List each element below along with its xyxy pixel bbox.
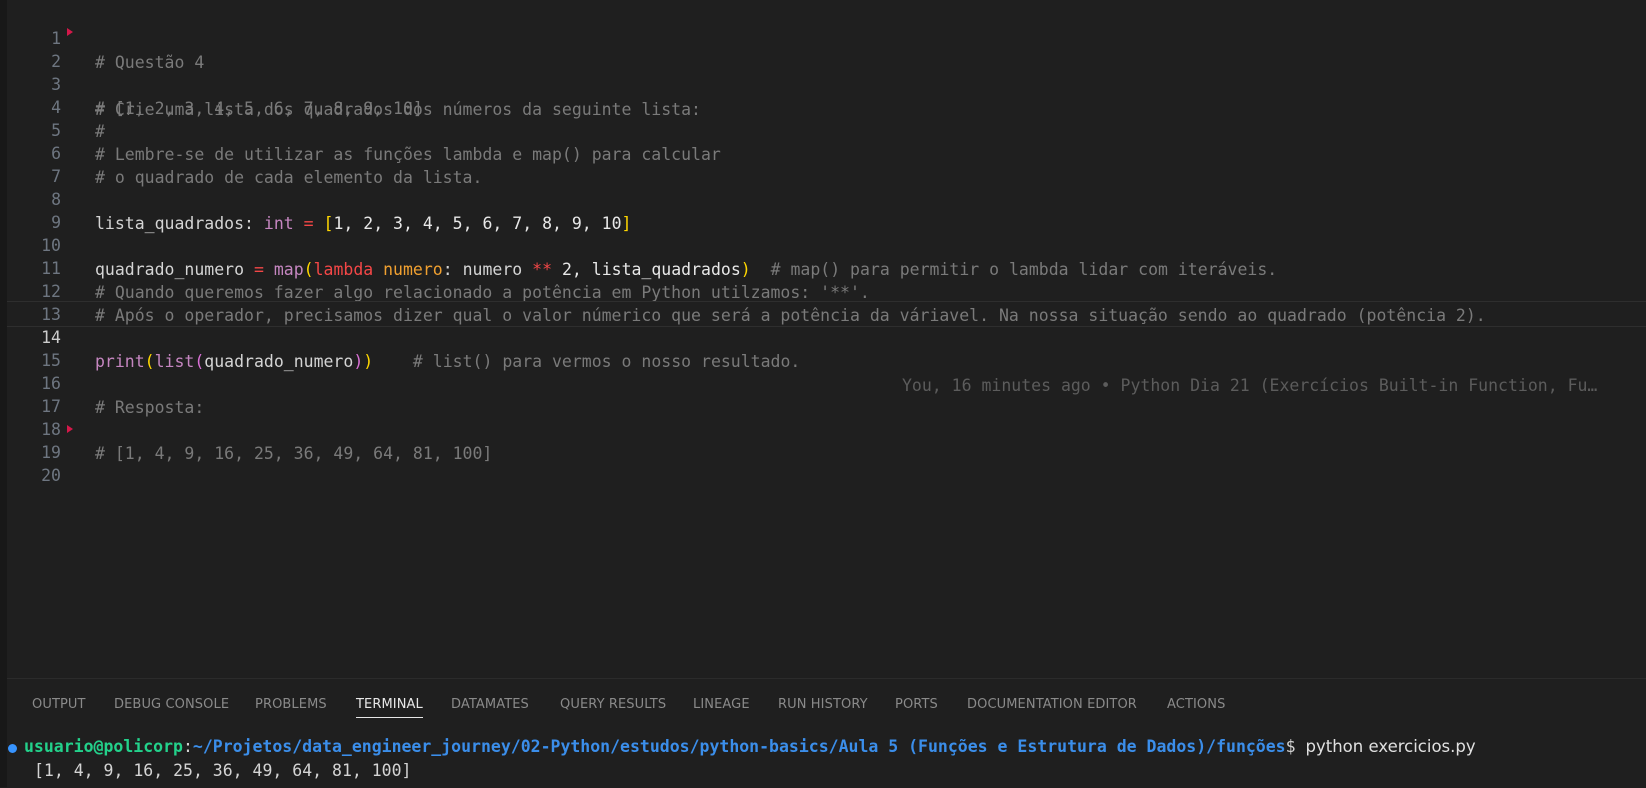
editor-line[interactable]: 6 # o quadrado de cada elemento da lista… xyxy=(7,118,1646,187)
editor-line[interactable]: 12 # Após o operador, precisamos dizer q… xyxy=(7,256,1646,325)
code-editor[interactable]: 1 # Questão 4 2 # Crie uma lista dos qua… xyxy=(7,0,1646,678)
terminal-user: usuario@policorp xyxy=(24,737,183,756)
editor-line[interactable]: 7 xyxy=(7,141,1646,186)
editor-line[interactable]: 16 # Resposta: xyxy=(7,348,1646,417)
tab-run-history[interactable]: RUN HISTORY xyxy=(778,697,868,712)
terminal-status-dot-icon xyxy=(8,744,17,753)
terminal-command: python exercicios.py xyxy=(1305,737,1476,756)
editor-line[interactable]: 20 xyxy=(7,440,1646,485)
editor-line[interactable]: 10 quadrado_numero = map(lambda numero: … xyxy=(7,210,1646,279)
terminal-prompt-line[interactable]: usuario@policorp:~/Projetos/data_enginee… xyxy=(24,737,1476,756)
editor-line[interactable]: 8 lista_quadrados: int = [1, 2, 3, 4, 5,… xyxy=(7,164,1646,233)
tab-ports[interactable]: PORTS xyxy=(895,697,938,712)
tab-datamates[interactable]: DATAMATES xyxy=(451,697,529,712)
tab-documentation-editor[interactable]: DOCUMENTATION EDITOR xyxy=(967,697,1137,712)
panel-tabs: OUTPUT DEBUG CONSOLE PROBLEMS TERMINAL D… xyxy=(7,679,1646,729)
editor-line-active[interactable]: 14 print(list(quadrado_numero)) # list()… xyxy=(7,301,1646,395)
tab-query-results[interactable]: QUERY RESULTS xyxy=(560,697,666,712)
terminal-path: ~/Projetos/data_engineer_journey/02-Pyth… xyxy=(192,737,1286,756)
change-marker-icon[interactable] xyxy=(67,28,73,36)
tab-problems[interactable]: PROBLEMS xyxy=(255,697,327,712)
line-number: 20 xyxy=(41,466,61,485)
change-marker-icon[interactable] xyxy=(67,425,73,433)
tab-debug-console[interactable]: DEBUG CONSOLE xyxy=(114,697,229,712)
tab-terminal[interactable]: TERMINAL xyxy=(356,697,423,718)
terminal-separator: : xyxy=(182,737,193,756)
editor-line[interactable]: 1 # Questão 4 xyxy=(7,3,1646,72)
editor-line[interactable]: 18 # [1, 4, 9, 16, 25, 36, 49, 64, 81, 1… xyxy=(7,394,1646,463)
editor-line[interactable]: 17 xyxy=(7,371,1646,416)
editor-line[interactable]: 11 # Quando queremos fazer algo relacion… xyxy=(7,233,1646,302)
editor-line[interactable]: 15 xyxy=(7,325,1646,370)
activity-strip xyxy=(0,0,7,787)
tab-lineage[interactable]: LINEAGE xyxy=(693,697,750,712)
tab-actions[interactable]: ACTIONS xyxy=(1167,697,1225,712)
tab-output[interactable]: OUTPUT xyxy=(32,697,86,712)
editor-line[interactable]: 19 xyxy=(7,417,1646,462)
editor-line[interactable]: 3 # [1, 2, 3, 4, 5, 6, 7, 8, 9, 10] xyxy=(7,49,1646,118)
terminal-prompt-symbol: $ xyxy=(1285,737,1306,756)
editor-line[interactable]: 9 xyxy=(7,187,1646,232)
editor-line[interactable]: 13 xyxy=(7,279,1646,324)
editor-line[interactable]: 5 # Lembre-se de utilizar as funções lam… xyxy=(7,95,1646,164)
editor-line[interactable]: 2 # Crie uma lista dos quadrados dos núm… xyxy=(7,26,1646,119)
editor-line[interactable]: 4 # xyxy=(7,72,1646,141)
terminal-output: [1, 4, 9, 16, 25, 36, 49, 64, 81, 100] xyxy=(34,761,412,780)
